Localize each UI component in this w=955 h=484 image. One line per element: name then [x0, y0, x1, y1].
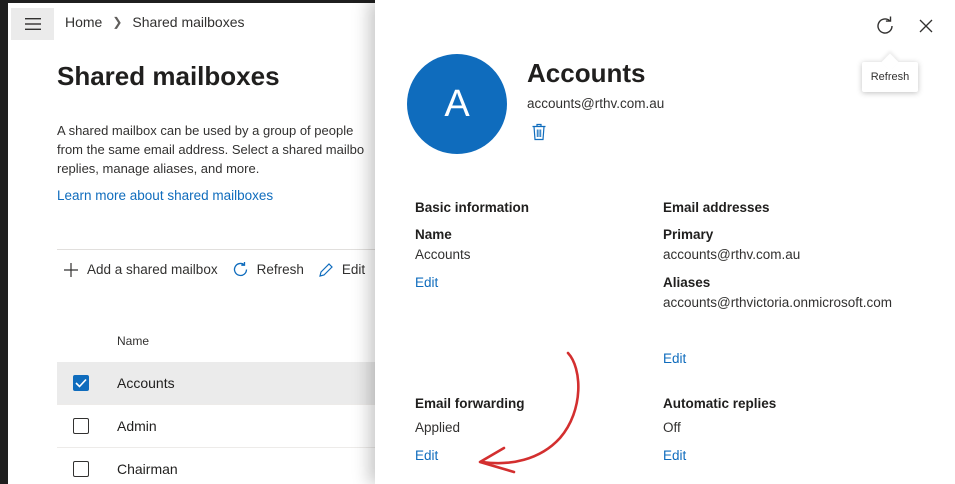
row-name[interactable]: Accounts	[117, 375, 175, 391]
description-line: from the same email address. Select a sh…	[57, 142, 365, 157]
email-addresses-heading: Email addresses	[663, 200, 770, 215]
table-row[interactable]: Chairman	[57, 448, 387, 484]
pencil-icon	[319, 262, 333, 277]
breadcrumb: Home ❯ Shared mailboxes	[65, 14, 244, 30]
mailbox-name: Accounts	[527, 58, 646, 88]
primary-label: Primary	[663, 227, 714, 242]
refresh-button[interactable]: Refresh	[232, 261, 304, 278]
trash-icon[interactable]	[531, 123, 547, 141]
email-forwarding-value: Applied	[415, 420, 461, 435]
description-line: replies, manage aliases, and more.	[57, 161, 260, 176]
aliases-value: accounts@rthvictoria.onmicrosoft.com	[663, 295, 893, 310]
table-row[interactable]: Admin	[57, 405, 387, 448]
add-shared-mailbox-button[interactable]: Add a shared mailbox	[63, 262, 218, 278]
row-name[interactable]: Admin	[117, 418, 157, 434]
refresh-button-label: Refresh	[256, 262, 304, 277]
learn-more-link[interactable]: Learn more about shared mailboxes	[57, 188, 273, 203]
row-checkbox[interactable]	[73, 375, 89, 391]
column-header-name[interactable]: Name	[117, 334, 149, 348]
basic-info-heading: Basic information	[415, 200, 530, 215]
description-line: A shared mailbox can be used by a group …	[57, 123, 354, 138]
plus-icon	[64, 262, 78, 277]
checkmark-icon	[75, 378, 87, 388]
add-button-label: Add a shared mailbox	[87, 262, 218, 277]
breadcrumb-current[interactable]: Shared mailboxes	[132, 14, 244, 30]
edit-basic-info-link[interactable]: Edit	[415, 275, 438, 290]
mailbox-email: accounts@rthv.com.au	[527, 96, 665, 111]
toolbar-divider	[57, 249, 387, 250]
automatic-replies-value: Off	[663, 420, 681, 435]
edit-automatic-replies-link[interactable]: Edit	[663, 448, 686, 463]
automatic-replies-heading: Automatic replies	[663, 396, 777, 411]
command-toolbar: Add a shared mailbox Refresh Edit	[63, 261, 379, 278]
hamburger-icon	[24, 18, 41, 30]
edit-button[interactable]: Edit	[318, 262, 365, 278]
close-icon[interactable]	[916, 16, 936, 36]
avatar: A	[407, 54, 507, 154]
aliases-label: Aliases	[663, 275, 711, 290]
primary-email-value: accounts@rthv.com.au	[663, 247, 801, 262]
edit-button-label: Edit	[341, 262, 366, 277]
name-field-label: Name	[415, 227, 452, 242]
page-title: Shared mailboxes	[57, 61, 280, 91]
breadcrumb-home[interactable]: Home	[65, 14, 102, 30]
annotation-arrow-icon	[478, 351, 580, 474]
edit-email-forwarding-link[interactable]: Edit	[415, 448, 438, 463]
table-row[interactable]: Accounts	[57, 362, 387, 405]
row-checkbox[interactable]	[73, 461, 89, 477]
edit-email-addresses-link[interactable]: Edit	[663, 351, 686, 366]
row-name[interactable]: Chairman	[117, 461, 178, 477]
name-field-value: Accounts	[415, 247, 471, 262]
hamburger-menu-button[interactable]	[11, 8, 54, 40]
refresh-tooltip: Refresh	[862, 62, 918, 92]
page-description: A shared mailbox can be used by a group …	[57, 121, 387, 178]
mailbox-details-panel: Refresh A Accounts accounts@rthv.com.au …	[375, 0, 955, 484]
chevron-right-icon: ❯	[112, 15, 123, 29]
panel-refresh-icon[interactable]	[873, 14, 897, 38]
refresh-icon	[233, 262, 247, 277]
row-checkbox[interactable]	[73, 418, 89, 434]
window-frame-left	[0, 0, 8, 484]
